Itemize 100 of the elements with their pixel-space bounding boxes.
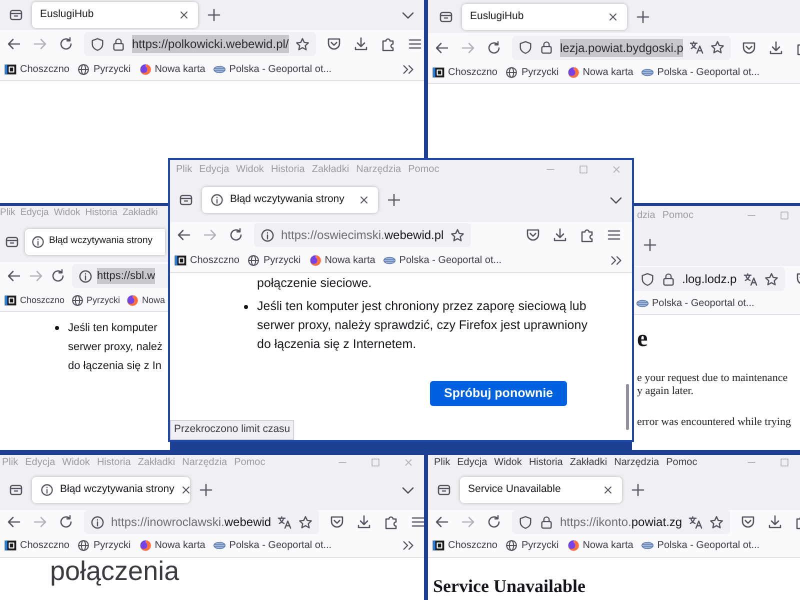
reload-icon[interactable] <box>228 227 244 243</box>
new-tab-icon[interactable] <box>635 8 651 24</box>
new-tab-icon[interactable] <box>630 482 646 498</box>
pocket-icon[interactable] <box>326 36 342 52</box>
bookmark[interactable]: Polska - Geoportal ot... <box>213 538 332 553</box>
bookmark[interactable]: Nowa karta <box>308 252 376 268</box>
close-icon[interactable] <box>180 484 192 496</box>
pocket-icon[interactable] <box>329 514 346 530</box>
close-icon[interactable] <box>602 484 614 496</box>
tab[interactable]: Błąd wczytywania strony <box>202 187 378 213</box>
puzzle-icon[interactable] <box>380 36 396 52</box>
download-icon[interactable] <box>356 514 372 530</box>
new-tab-icon[interactable] <box>206 7 222 23</box>
menu-item[interactable]: Widok <box>494 455 522 470</box>
star-icon[interactable] <box>764 272 779 286</box>
bookmark[interactable]: Polska - Geoportal ot... <box>213 62 332 76</box>
reload-icon[interactable] <box>58 514 74 530</box>
tab[interactable]: EuslugiHub <box>32 2 198 28</box>
address-bar[interactable]: https://sbl.w <box>72 264 170 288</box>
address-bar[interactable]: lezja.powiat.bydgoski.p <box>512 36 732 60</box>
bookmark[interactable]: Pyrzycki <box>505 65 559 80</box>
tab[interactable]: Błąd wczytywania strony <box>25 228 165 254</box>
menu-item[interactable]: Pomoc <box>666 455 698 470</box>
download-icon[interactable] <box>768 40 784 56</box>
new-tab-icon[interactable] <box>386 192 402 208</box>
bookmark[interactable]: Polska - Geoportal ot... <box>641 538 760 553</box>
retry-button[interactable]: Spróbuj ponownie <box>430 381 567 406</box>
reload-icon[interactable] <box>50 268 66 284</box>
new-tab-icon[interactable] <box>198 482 214 498</box>
tab[interactable]: EuslugiHub <box>462 4 627 30</box>
bookmark[interactable]: Nowa karta <box>566 538 634 553</box>
pocket-icon[interactable] <box>741 40 758 56</box>
pocket-icon[interactable] <box>525 227 541 243</box>
reload-icon[interactable] <box>58 36 74 52</box>
translate-icon[interactable] <box>689 40 704 55</box>
bookmark[interactable]: Choszczno <box>4 538 70 553</box>
new-tab-icon[interactable] <box>642 237 658 253</box>
back-icon[interactable] <box>176 227 192 243</box>
back-icon[interactable] <box>6 268 22 284</box>
address-bar[interactable]: https://ikonto.powiat.zg <box>512 510 730 534</box>
browser-logo-icon <box>566 539 580 552</box>
download-icon[interactable] <box>552 227 568 243</box>
bookmark[interactable]: Choszczno <box>4 294 65 308</box>
bookmark[interactable]: Choszczno <box>432 65 498 80</box>
scrollbar-thumb[interactable] <box>626 384 629 430</box>
globe-icon <box>247 254 260 266</box>
reload-icon[interactable] <box>486 514 502 530</box>
translate-icon[interactable] <box>742 272 758 286</box>
back-icon[interactable] <box>6 36 22 52</box>
star-icon[interactable] <box>710 40 726 55</box>
bookmark[interactable]: Nowa karta <box>138 538 206 553</box>
overflow-icon[interactable] <box>401 538 416 553</box>
back-icon[interactable] <box>434 514 450 530</box>
tab[interactable]: Service Unavailable <box>460 477 622 503</box>
bookmark[interactable]: Pyrzycki <box>247 252 301 268</box>
menu-item[interactable]: Historia <box>528 455 563 470</box>
address-bar[interactable]: https://inowroclawski.webewid <box>84 510 320 534</box>
star-icon[interactable] <box>298 514 314 530</box>
translate-icon[interactable] <box>688 514 704 530</box>
menu-item[interactable]: Zakładki <box>570 455 608 470</box>
address-bar[interactable]: https://oswiecimski.webewid.pl <box>254 223 471 247</box>
close-icon[interactable] <box>178 9 190 21</box>
download-icon[interactable] <box>767 514 784 530</box>
translate-icon[interactable] <box>277 514 292 530</box>
tab[interactable]: Błąd wczytywania strony <box>32 477 190 503</box>
bookmark[interactable]: Nowa karta <box>138 62 206 76</box>
address-bar[interactable]: https://polkowicki.webewid.pl/ <box>84 32 316 56</box>
bookmark[interactable]: Pyrzycki <box>505 538 559 553</box>
bookmark[interactable]: Nowa karta <box>566 65 634 80</box>
bookmark[interactable]: Choszczno <box>174 252 240 268</box>
bookmark[interactable]: Polska - Geoportal ot... <box>383 252 502 268</box>
info-icon <box>31 234 45 248</box>
puzzle-icon[interactable] <box>383 514 400 530</box>
tab-list-icon[interactable] <box>436 482 452 498</box>
tab-list-icon[interactable] <box>178 192 194 208</box>
download-icon[interactable] <box>352 36 369 52</box>
menu-item[interactable]: Plik <box>434 455 450 470</box>
puzzle-icon[interactable] <box>579 227 595 243</box>
disc-icon <box>641 66 654 79</box>
pocket-icon[interactable] <box>740 514 756 530</box>
info-icon <box>78 268 93 284</box>
star-icon[interactable] <box>709 514 724 530</box>
reload-icon[interactable] <box>486 40 502 56</box>
bookmark[interactable]: Pyrzycki <box>77 62 131 76</box>
back-icon[interactable] <box>6 514 22 530</box>
bookmark[interactable]: Pyrzycki <box>77 538 131 553</box>
bookmark[interactable]: Pyrzycki <box>70 294 120 308</box>
bookmark[interactable]: Polska - Geoportal ot... <box>641 65 760 80</box>
star-icon[interactable] <box>294 36 310 52</box>
close-icon[interactable] <box>358 194 370 206</box>
star-icon[interactable] <box>450 228 465 242</box>
tab-list-icon[interactable] <box>8 7 24 23</box>
address-bar[interactable]: .log.lodz.p <box>632 267 785 291</box>
menu-item[interactable]: Narzędzia <box>614 455 660 470</box>
close-icon[interactable] <box>607 10 619 22</box>
menu-item[interactable]: Edycja <box>457 455 488 470</box>
bookmark[interactable]: Choszczno <box>4 62 70 76</box>
tab-list-icon[interactable] <box>8 482 24 498</box>
bookmark[interactable]: Nowa <box>126 294 166 308</box>
bookmark[interactable]: Choszczno <box>432 538 498 553</box>
